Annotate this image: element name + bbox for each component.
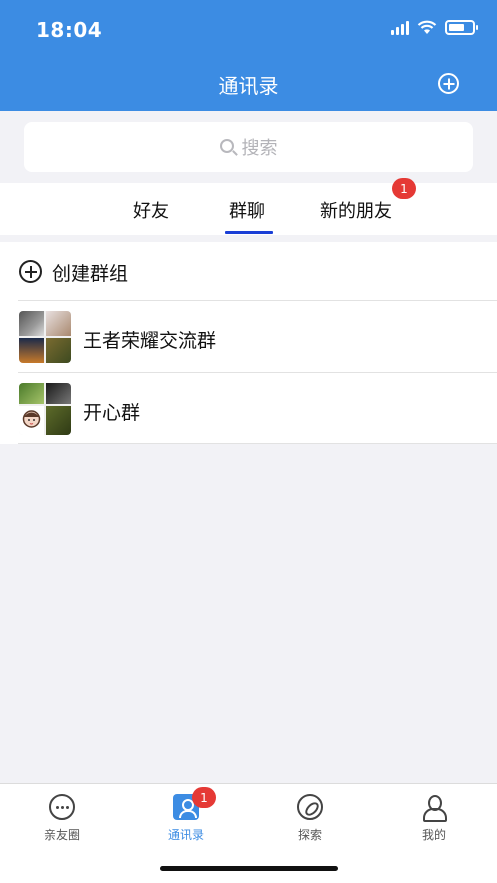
new-friends-badge: 1	[392, 178, 416, 199]
person-icon	[421, 794, 447, 822]
divider	[18, 443, 497, 444]
plus-circle-icon	[19, 260, 42, 283]
tabbar-item-circle[interactable]: 亲友圈	[22, 794, 102, 843]
tab-friends[interactable]: 好友	[133, 197, 169, 223]
active-tab-indicator	[225, 231, 273, 234]
tab-new-friends[interactable]: 新的朋友	[320, 197, 392, 223]
battery-icon	[445, 20, 478, 35]
contact-tabs: 好友 群聊 新的朋友	[0, 183, 497, 235]
group-avatar	[19, 383, 71, 435]
search-placeholder: 搜索	[241, 138, 278, 159]
group-row-1[interactable]: 王者荣耀交流群	[0, 302, 497, 372]
chat-bubble-icon	[49, 794, 75, 820]
tabbar-item-me[interactable]: 我的	[394, 794, 474, 843]
group-avatar	[19, 311, 71, 363]
divider	[18, 300, 497, 301]
contacts-badge: 1	[192, 787, 216, 808]
status-time: 18:04	[36, 18, 103, 42]
status-icons	[391, 20, 478, 35]
tabbar-label: 探索	[297, 828, 322, 842]
tabbar-label: 我的	[421, 828, 446, 842]
signal-icon	[391, 20, 409, 35]
add-icon[interactable]	[438, 73, 459, 94]
tabbar-item-explore[interactable]: 探索	[270, 794, 350, 843]
search-icon	[219, 139, 234, 153]
wifi-icon	[417, 20, 437, 34]
girl-avatar-icon	[22, 410, 41, 428]
group-row-2[interactable]: 开心群	[0, 373, 497, 443]
compass-icon	[297, 794, 323, 820]
group-list: 创建群组 王者荣耀交流群 开心群	[0, 242, 497, 444]
create-group-button[interactable]: 创建群组	[0, 242, 497, 300]
create-group-label: 创建群组	[52, 263, 129, 285]
tabbar-label: 亲友圈	[43, 828, 80, 842]
page-title: 通讯录	[218, 74, 279, 98]
group-name: 开心群	[83, 402, 141, 424]
search-input[interactable]: 搜索	[24, 122, 473, 172]
group-name: 王者荣耀交流群	[83, 330, 217, 352]
home-indicator	[160, 866, 338, 871]
top-header: 18:04 通讯录	[0, 0, 497, 111]
tab-groups[interactable]: 群聊	[229, 197, 265, 223]
tabbar-label: 通讯录	[167, 828, 204, 842]
